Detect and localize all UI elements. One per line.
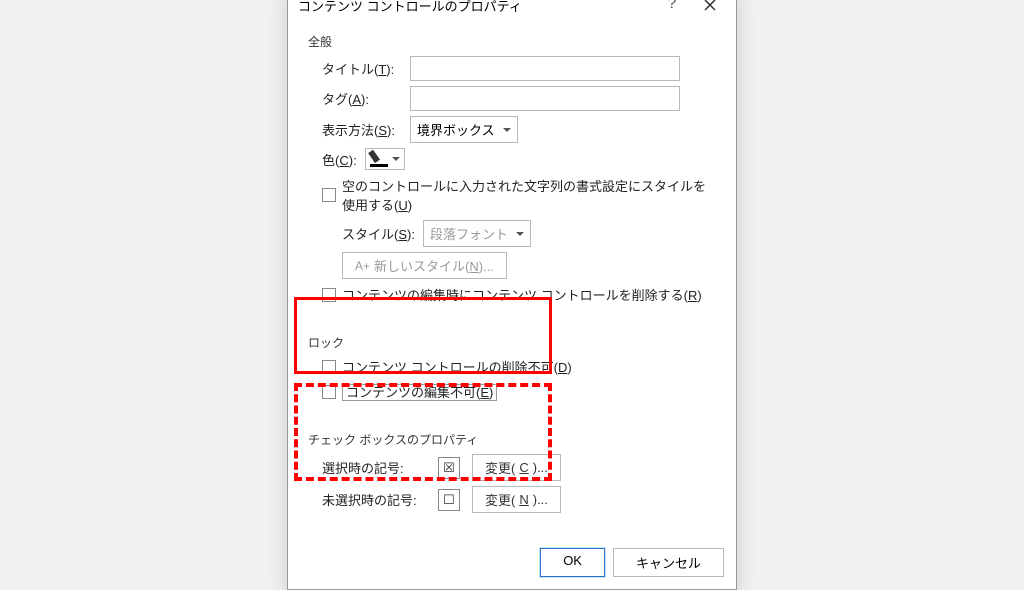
- no-edit-checkbox[interactable]: [322, 385, 336, 399]
- title-label: タイトル(T):: [322, 59, 402, 78]
- group-general: 全般 タイトル(T): タグ(A): 表示方法(S): 境界ボックス: [300, 23, 724, 318]
- title-input[interactable]: [410, 56, 680, 81]
- checked-symbol-label: 選択時の記号:: [322, 458, 426, 477]
- no-delete-label: コンテンツ コントロールの削除不可(D): [342, 357, 572, 376]
- style-select: 段落フォント: [423, 220, 531, 247]
- row-no-delete: コンテンツ コントロールの削除不可(D): [322, 357, 716, 376]
- cancel-button[interactable]: キャンセル: [613, 548, 724, 577]
- remove-on-edit-checkbox[interactable]: [322, 288, 336, 302]
- row-style: スタイル(S): 段落フォント: [342, 220, 716, 247]
- dialog-title: コンテンツ コントロールのプロパティ: [298, 0, 650, 15]
- remove-on-edit-label: コンテンツの編集時にコンテンツ コントロールを削除する(R): [342, 285, 702, 304]
- no-delete-checkbox[interactable]: [322, 360, 336, 374]
- new-style-button: A+ 新しいスタイル(N)...: [342, 252, 507, 279]
- row-remove-on-edit: コンテンツの編集時にコンテンツ コントロールを削除する(R): [322, 285, 716, 304]
- use-style-label: 空のコントロールに入力された文字列の書式設定にスタイルを使用する(U): [342, 176, 716, 214]
- color-label: 色(C):: [322, 150, 357, 169]
- dialog-footer: OK キャンセル: [288, 540, 736, 589]
- style-label: スタイル(S):: [342, 224, 415, 243]
- ok-button[interactable]: OK: [540, 548, 605, 577]
- group-general-legend: 全般: [308, 33, 716, 50]
- row-color: 色(C):: [322, 148, 716, 170]
- dialog-body: 全般 タイトル(T): タグ(A): 表示方法(S): 境界ボックス: [288, 21, 736, 540]
- row-show-as: 表示方法(S): 境界ボックス: [322, 116, 716, 143]
- help-button[interactable]: ?: [656, 0, 688, 15]
- close-button[interactable]: [694, 0, 726, 15]
- no-edit-label: コンテンツの編集不可(E): [342, 382, 497, 401]
- row-tag: タグ(A):: [322, 86, 716, 111]
- row-no-edit: コンテンツの編集不可(E): [322, 382, 716, 401]
- dialog-titlebar: コンテンツ コントロールのプロパティ ?: [288, 0, 736, 21]
- show-as-select[interactable]: 境界ボックス: [410, 116, 518, 143]
- row-use-style: 空のコントロールに入力された文字列の書式設定にスタイルを使用する(U): [322, 176, 716, 214]
- row-checked-symbol: 選択時の記号: ☒ 変更(C)...: [322, 454, 716, 481]
- close-icon: [704, 0, 716, 11]
- change-checked-symbol-button[interactable]: 変更(C)...: [472, 454, 561, 481]
- content-control-properties-dialog: コンテンツ コントロールのプロパティ ? 全般 タイトル(T): タグ(A):: [287, 0, 737, 590]
- new-style-label: 新しいスタイル(N)...: [374, 256, 494, 275]
- change-unchecked-symbol-button[interactable]: 変更(N)...: [472, 486, 561, 513]
- group-checkbox-props: チェック ボックスのプロパティ 選択時の記号: ☒ 変更(C)... 未選択時の…: [300, 421, 724, 526]
- tag-input[interactable]: [410, 86, 680, 111]
- checked-symbol-preview: ☒: [438, 457, 460, 479]
- unchecked-symbol-preview: ☐: [438, 489, 460, 511]
- chevron-down-icon: [392, 157, 400, 165]
- show-as-label: 表示方法(S):: [322, 120, 402, 139]
- new-style-icon: A+: [355, 259, 370, 273]
- show-as-value: 境界ボックス: [417, 123, 495, 138]
- unchecked-symbol-label: 未選択時の記号:: [322, 490, 426, 509]
- row-title: タイトル(T):: [322, 56, 716, 81]
- row-new-style: A+ 新しいスタイル(N)...: [342, 252, 716, 279]
- group-lock-legend: ロック: [308, 334, 716, 351]
- tag-label: タグ(A):: [322, 89, 402, 108]
- group-lock: ロック コンテンツ コントロールの削除不可(D) コンテンツの編集不可(E): [300, 324, 724, 415]
- row-unchecked-symbol: 未選択時の記号: ☐ 変更(N)...: [322, 486, 716, 513]
- group-checkbox-props-legend: チェック ボックスのプロパティ: [308, 431, 716, 448]
- paint-bucket-icon: [370, 151, 388, 167]
- color-picker-button[interactable]: [365, 148, 405, 170]
- style-value: 段落フォント: [430, 227, 508, 242]
- use-style-checkbox[interactable]: [322, 188, 336, 202]
